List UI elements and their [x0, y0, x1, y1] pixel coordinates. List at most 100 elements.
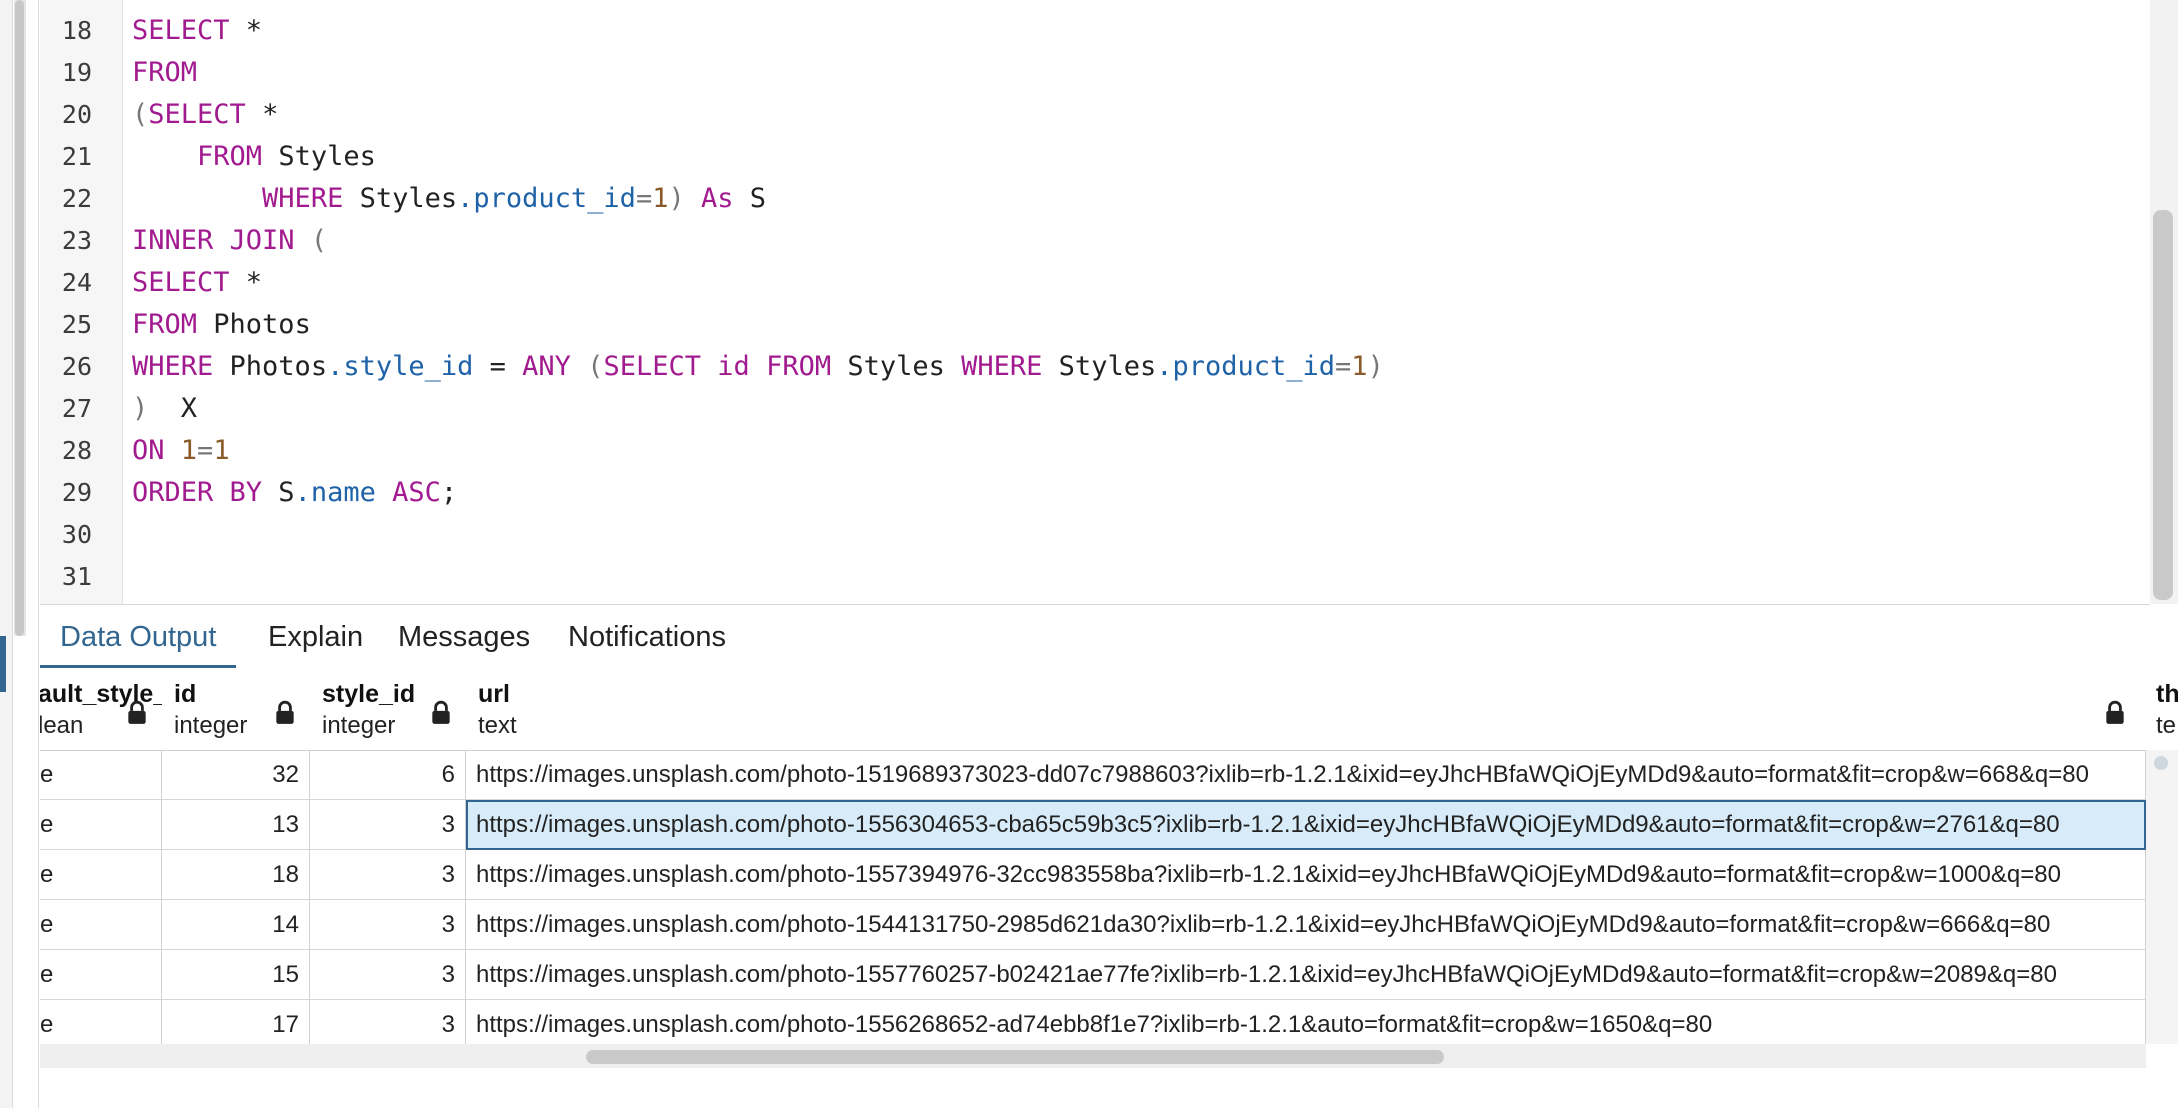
table-cell-style-id[interactable]: 6 [310, 750, 466, 800]
table-cell-id[interactable]: 13 [162, 800, 310, 850]
table-cell-url[interactable]: https://images.unsplash.com/photo-155630… [466, 800, 2146, 850]
code-line[interactable]: 18 SELECT * [40, 10, 2146, 52]
code-text: FROM [132, 52, 197, 94]
table-cell-style-id[interactable]: 3 [310, 900, 466, 950]
line-number: 28 [61, 436, 92, 465]
table-cell-style-id[interactable]: 3 [310, 850, 466, 900]
code-line[interactable]: 27) X [40, 388, 2146, 430]
code-token: .product_id [1156, 351, 1336, 382]
lock-icon [128, 700, 146, 724]
code-token: WHERE [262, 183, 344, 214]
code-line[interactable]: 26 WHERE Photos.style_id = ANY (SELECT id… [40, 346, 2146, 388]
table-cell-id[interactable]: 17 [162, 1000, 310, 1044]
column-name: th [2156, 680, 2178, 708]
tab-data-output[interactable]: Data Output [40, 605, 237, 669]
table-cell-id[interactable]: 14 [162, 900, 310, 950]
table-cell-id[interactable]: 15 [162, 950, 310, 1000]
table-cell-url[interactable]: https://images.unsplash.com/photo-155739… [466, 850, 2146, 900]
table-cell-url[interactable]: https://images.unsplash.com/photo-155776… [466, 950, 2146, 1000]
code-text: FROM Styles [132, 136, 376, 178]
code-token: ANY [522, 351, 571, 382]
column-header-th[interactable]: th te [2146, 668, 2178, 751]
code-line[interactable]: 23 INNER JOIN ( [40, 220, 2146, 262]
line-number: 21 [61, 142, 92, 171]
tab-explain[interactable]: Explain [248, 605, 383, 669]
code-token: As [701, 183, 734, 214]
grid-scrollbar-track[interactable] [2146, 750, 2178, 1044]
table-cell-c0[interactable]: e [40, 900, 162, 950]
table-cell-style-id[interactable]: 3 [310, 800, 466, 850]
line-number: 25 [61, 310, 92, 339]
table-cell-url[interactable]: https://images.unsplash.com/photo-154413… [466, 900, 2146, 950]
table-cell-id[interactable]: 32 [162, 750, 310, 800]
column-header-default-style[interactable]: ault_style_ lean [40, 668, 167, 751]
column-name: style_id [322, 680, 416, 708]
left-divider [38, 0, 39, 1108]
column-header-style-id[interactable]: style_id integer [310, 668, 467, 751]
code-token: * [229, 267, 263, 298]
code-token: S [733, 183, 767, 214]
code-text: ORDER BY S.name ASC; [132, 472, 457, 514]
code-line[interactable]: 28 ON 1=1 [40, 430, 2146, 472]
table-cell-id[interactable]: 18 [162, 850, 310, 900]
code-token: 1 [213, 435, 230, 466]
line-number: 24 [61, 268, 92, 297]
line-number: 18 [61, 16, 92, 45]
code-line[interactable]: 20 (SELECT * [40, 94, 2146, 136]
table-cell-url[interactable]: https://images.unsplash.com/photo-155626… [466, 1000, 2146, 1044]
left-edge-panel [0, 0, 13, 1108]
code-token: ) [668, 183, 685, 214]
left-scrollbar-thumb[interactable] [15, 0, 24, 636]
grid-horizontal-scrollbar-thumb[interactable] [586, 1050, 1444, 1064]
column-name: url [478, 680, 510, 708]
column-header-url[interactable]: url text [466, 668, 2146, 751]
code-line[interactable]: 21 FROM Styles [40, 136, 2146, 178]
code-line[interactable]: 29 ORDER BY S.name ASC; [40, 472, 2146, 514]
code-token: FROM [132, 57, 198, 88]
code-line[interactable]: 24 SELECT * [40, 262, 2146, 304]
code-line[interactable]: 31 [40, 556, 2146, 598]
code-token: .name [294, 477, 376, 508]
grid-scrollbar-thumb[interactable] [2154, 756, 2168, 770]
tab-messages[interactable]: Messages [378, 605, 550, 669]
code-token: S [262, 477, 295, 508]
table-cell-c0[interactable]: e [40, 950, 162, 1000]
table-cell-c0[interactable]: e [40, 1000, 162, 1044]
table-cell-c0[interactable]: e [40, 800, 162, 850]
code-token: FROM [766, 351, 832, 382]
code-token: WHERE [132, 351, 214, 382]
column-type: lean [40, 712, 84, 739]
code-token: SELECT [132, 15, 230, 46]
table-cell-c0[interactable]: e [40, 850, 162, 900]
column-type: integer [322, 712, 396, 739]
editor-scrollbar-thumb[interactable] [2153, 210, 2173, 600]
code-token: INNER JOIN [132, 225, 295, 256]
column-type: text [478, 712, 517, 739]
code-token: ( [294, 225, 328, 256]
sql-editor[interactable]: 18 SELECT * 19 FROM 20 (SELECT * 21 FROM Style… [40, 0, 2146, 604]
code-token: = [197, 435, 214, 466]
code-token: FROM [132, 309, 198, 340]
column-header-id[interactable]: id integer [162, 668, 311, 751]
code-token: ASC [392, 477, 441, 508]
code-line[interactable]: 30 [40, 514, 2146, 556]
code-line[interactable]: 22 WHERE Styles.product_id=1) As S [40, 178, 2146, 220]
table-cell-style-id[interactable]: 3 [310, 950, 466, 1000]
code-token: ) [132, 393, 149, 424]
code-token: 1 [180, 435, 198, 466]
table-cell-url[interactable]: https://images.unsplash.com/photo-151968… [466, 750, 2146, 800]
table-cell-style-id[interactable]: 3 [310, 1000, 466, 1044]
tab-notifications[interactable]: Notifications [548, 605, 746, 669]
code-token: ( [570, 351, 604, 382]
code-line[interactable]: 25 FROM Photos [40, 304, 2146, 346]
table-cell-c0[interactable]: e [40, 750, 162, 800]
line-number: 20 [61, 100, 92, 129]
code-token: Photos [197, 309, 311, 340]
code-token: Styles [1042, 351, 1157, 382]
code-line[interactable]: 19 FROM [40, 52, 2146, 94]
code-token: SELECT [603, 351, 702, 382]
